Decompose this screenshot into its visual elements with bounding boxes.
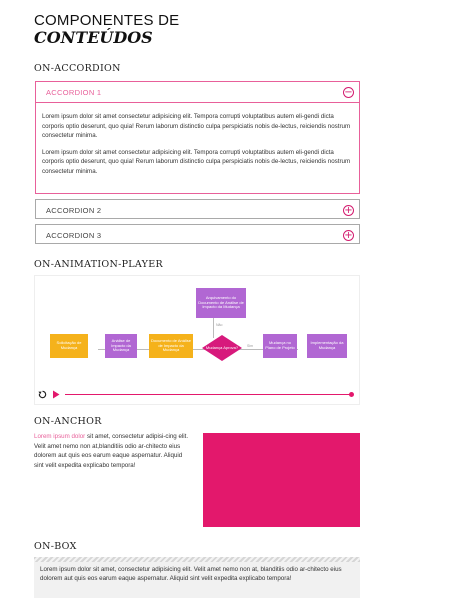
anchor-text: Lorem ipsum dolor sit amet, consectetur … [34, 432, 192, 470]
accordion-paragraph: Lorem ipsum dolor sit amet consectetur a… [42, 148, 351, 175]
anchor-link[interactable]: Lorem ipsum dolor [34, 433, 85, 440]
content-box: Lorem ipsum dolor sit amet, consectetur … [34, 557, 360, 598]
minus-circle-icon[interactable]: − [343, 86, 354, 98]
progress-track[interactable] [65, 392, 354, 397]
page-title-line1: COMPONENTES DE [34, 12, 180, 29]
page-title-line2: CONTEÚDOS [34, 28, 153, 47]
accordion-label-3: ACCORDION 3 [46, 230, 102, 240]
accordion-item-1: ACCORDION 1 − Lorem ipsum dolor sit amet… [35, 81, 360, 194]
play-icon[interactable] [52, 390, 60, 399]
replay-icon[interactable] [38, 390, 47, 399]
flow-node-arquivamento: Arquivamento do Documento de Análise de … [196, 288, 246, 318]
progress-handle[interactable] [349, 392, 354, 397]
plus-circle-icon[interactable]: + [343, 204, 354, 216]
progress-fill [65, 394, 351, 395]
accordion-label-1: ACCORDION 1 [46, 87, 102, 97]
flow-node-documento: Documento de Análise de Impacto da Mudan… [149, 334, 193, 358]
anchor-heading: ON-ANCHOR [34, 416, 102, 427]
accordion-label-2: ACCORDION 2 [46, 205, 102, 215]
accordion-item-3: ACCORDION 3 + [35, 224, 360, 244]
flow-edge [213, 318, 214, 338]
plus-circle-icon[interactable]: + [343, 229, 354, 241]
edge-label-nao: Não [216, 323, 223, 327]
animation-player-heading: ON-ANIMATION-PLAYER [34, 259, 163, 270]
page-title: COMPONENTES DE CONTEÚDOS [34, 12, 179, 46]
flow-node-decisao: Mudança Aprova? [202, 335, 242, 361]
accordion-item-2: ACCORDION 2 + [35, 199, 360, 219]
accordion-header-2[interactable]: ACCORDION 2 + [36, 200, 359, 220]
flow-node-planejamento: Mudança no Plano de Projeto [263, 334, 297, 358]
flow-node-solicitacao: Solicitação de Mudança [50, 334, 88, 358]
accordion-paragraph: Lorem ipsum dolor sit amet consectetur a… [42, 113, 351, 140]
anchor-target-box [203, 433, 360, 527]
box-heading: ON-BOX [34, 541, 77, 552]
flow-node-analise: Análise de Impacto da Mudança [105, 334, 137, 358]
accordion-heading: ON-ACCORDION [34, 63, 121, 74]
animation-player: Não Sim Solicitação de Mudança Análise d… [34, 275, 360, 405]
accordion-header-3[interactable]: ACCORDION 3 + [36, 225, 359, 245]
edge-label-sim: Sim [247, 344, 254, 348]
accordion-header-1[interactable]: ACCORDION 1 − [36, 82, 359, 102]
box-text: Lorem ipsum dolor sit amet, consectetur … [40, 566, 342, 583]
accordion-content-1: Lorem ipsum dolor sit amet consectetur a… [36, 102, 359, 188]
flow-node-implementacao: Implementação da Mudança [307, 334, 347, 358]
box-top-pattern [34, 557, 360, 562]
